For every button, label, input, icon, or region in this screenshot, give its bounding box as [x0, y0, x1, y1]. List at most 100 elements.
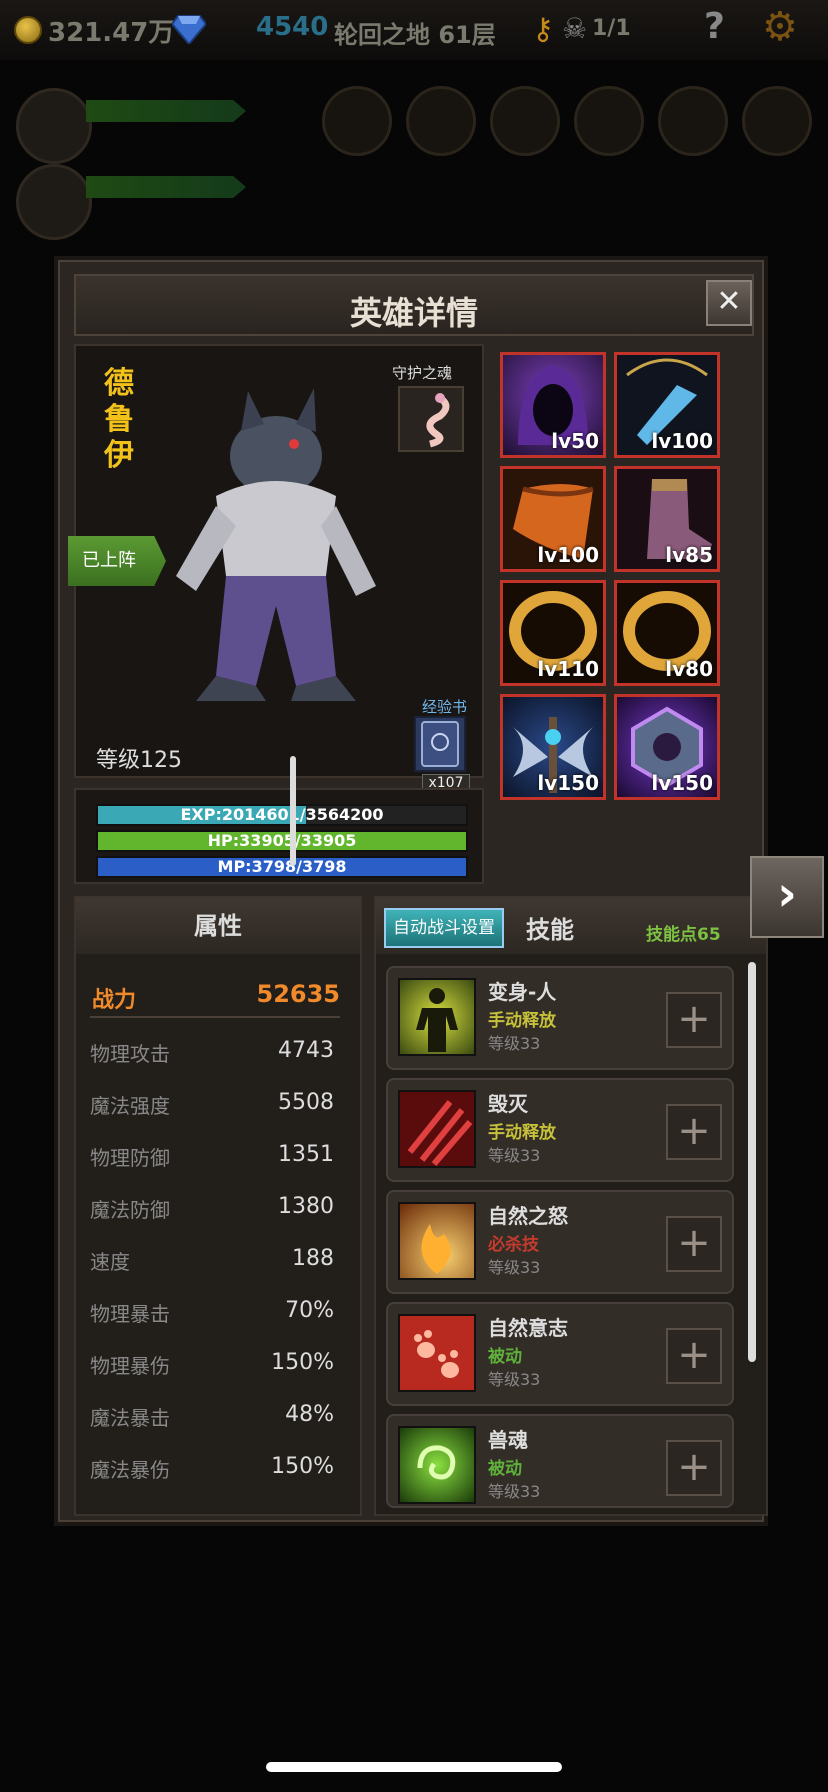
attribute-row: 物理暴伤 150% — [90, 1350, 334, 1386]
attribute-row: 物理暴击 70% — [90, 1298, 334, 1334]
guardian-soul-slot[interactable] — [398, 386, 464, 452]
skill-name: 毁灭 — [488, 1092, 528, 1116]
skill-name: 变身-人 — [488, 980, 557, 1004]
equipment-slot-hood[interactable]: lv50 — [500, 352, 606, 458]
equipment-slot-bg — [574, 86, 644, 156]
attribute-name: 物理暴击 — [90, 1302, 170, 1326]
skull-icon: ☠ — [562, 12, 588, 45]
mp-bar-label: MP:3798/3798 — [217, 857, 347, 876]
equipment-level: lv85 — [665, 543, 713, 567]
diamond-icon — [172, 15, 206, 44]
equipment-slot-ring[interactable]: lv110 — [500, 580, 606, 686]
attribute-name: 物理防御 — [90, 1146, 170, 1170]
guardian-soul-label: 守护之魂 — [392, 364, 453, 382]
help-button[interactable]: ? — [704, 6, 725, 47]
close-button[interactable]: ✕ — [706, 280, 752, 326]
exp-book-label: 经验书 — [422, 698, 468, 716]
attribute-row: 魔法暴伤 150% — [90, 1454, 334, 1490]
attribute-name: 魔法防御 — [90, 1198, 170, 1222]
equipment-slot-cape[interactable]: lv100 — [500, 466, 606, 572]
upgrade-skill-button[interactable]: + — [666, 1328, 722, 1384]
auto-battle-settings-button[interactable]: 自动战斗设置 — [384, 908, 504, 948]
skill-type: 必杀技 — [488, 1235, 539, 1255]
attribute-value: 5508 — [278, 1090, 334, 1115]
skill-item[interactable]: 变身-人 手动释放 等级33 + — [386, 966, 734, 1070]
home-indicator[interactable] — [266, 1762, 562, 1772]
skill-level: 等级33 — [488, 1482, 541, 1501]
hero-stat-bars: EXP:2014601/3564200 HP:33905/33905 MP:37… — [74, 788, 484, 884]
upgrade-skill-button[interactable]: + — [666, 1216, 722, 1272]
attribute-value: 70% — [285, 1298, 334, 1323]
attribute-value: 48% — [285, 1402, 334, 1427]
hero-name-char: 伊 — [104, 438, 134, 473]
key-icon: ⚷ — [532, 12, 554, 47]
skills-scrollbar[interactable] — [748, 962, 756, 1362]
attribute-row: 物理攻击 4743 — [90, 1038, 334, 1074]
team-hero-avatar[interactable] — [16, 164, 92, 240]
exp-book-icon[interactable] — [414, 716, 466, 772]
spirit-swirl-icon — [398, 1426, 476, 1504]
equipment-level: lv110 — [537, 657, 599, 681]
skill-type: 被动 — [488, 1459, 522, 1479]
claw-slash-icon — [398, 1090, 476, 1168]
equipment-slot-boots[interactable]: lv85 — [614, 466, 720, 572]
hero-portrait-area: 德 鲁 伊 守护之魂 已上阵 经验书 x107 等级125 — [68, 344, 484, 796]
upgrade-skill-button[interactable]: + — [666, 1440, 722, 1496]
attribute-row: 魔法强度 5508 — [90, 1090, 334, 1126]
skill-level: 等级33 — [488, 1034, 541, 1053]
gold-amount: 321.47万 — [48, 18, 175, 48]
attribute-name: 速度 — [90, 1250, 130, 1274]
skill-name: 自然之怒 — [488, 1204, 568, 1228]
team-hero-hp-bar — [86, 176, 246, 198]
upgrade-skill-button[interactable]: + — [666, 1104, 722, 1160]
gear-icon[interactable]: ⚙ — [762, 4, 798, 50]
skills-title: 技能 — [526, 916, 574, 944]
equipment-level: lv100 — [537, 543, 599, 567]
hp-bar-label: HP:33905/33905 — [207, 831, 357, 850]
equipment-level: lv100 — [651, 429, 713, 453]
equipment-slot-ring[interactable]: lv80 — [614, 580, 720, 686]
equipment-slot-amulet[interactable]: lv150 — [614, 694, 720, 800]
equipment-grid: lv50 lv100 lv100 lv85 lv110 lv80 lv150 l… — [490, 344, 768, 884]
skill-name: 自然意志 — [488, 1316, 568, 1340]
skill-item[interactable]: 自然之怒 必杀技 等级33 + — [386, 1190, 734, 1294]
attribute-value: 1351 — [278, 1142, 334, 1167]
skill-type: 手动释放 — [488, 1123, 556, 1143]
equipment-slot-bg — [490, 86, 560, 156]
attribute-row: 速度 188 — [90, 1246, 334, 1282]
key-count: 1/1 — [592, 16, 631, 41]
attribute-value: 188 — [292, 1246, 334, 1271]
hp-bar: HP:33905/33905 — [96, 830, 468, 852]
diamond-amount: 4540 — [256, 12, 329, 42]
skill-type: 手动释放 — [488, 1011, 556, 1031]
skill-item[interactable]: 自然意志 被动 等级33 + — [386, 1302, 734, 1406]
attributes-panel: 属性 战力 52635 物理攻击 4743 魔法强度 5508 物理防御 1351 魔… — [74, 896, 362, 1516]
combat-power-value: 52635 — [256, 980, 341, 1008]
skill-level: 等级33 — [488, 1146, 541, 1165]
attribute-value: 4743 — [278, 1038, 334, 1063]
equipment-level: lv50 — [551, 429, 599, 453]
serpent-icon — [426, 393, 450, 448]
equipment-level: lv80 — [665, 657, 713, 681]
mp-bar: MP:3798/3798 — [96, 856, 468, 878]
hero-level: 等级125 — [96, 748, 182, 773]
gold-coin-icon — [14, 16, 42, 44]
team-hero-hp-bar — [86, 100, 246, 122]
skills-panel: 自动战斗设置 技能 技能点65 变身-人 手动释放 等级33 + 毁灭 手动释放… — [374, 896, 768, 1516]
skill-item[interactable]: 毁灭 手动释放 等级33 + — [386, 1078, 734, 1182]
stage-name: 轮回之地 61层 — [334, 21, 496, 49]
equipment-slot-bg — [658, 86, 728, 156]
exp-bar-label: EXP:2014601/3564200 — [180, 805, 384, 824]
next-hero-button[interactable]: › — [750, 856, 824, 938]
attributes-title: 属性 — [76, 898, 360, 954]
attribute-value: 1380 — [278, 1194, 334, 1219]
skills-header: 自动战斗设置 技能 技能点65 — [376, 898, 766, 954]
skill-item[interactable]: 兽魂 被动 等级33 + — [386, 1414, 734, 1508]
team-hero-avatar[interactable] — [16, 88, 92, 164]
equipment-level: lv150 — [537, 771, 599, 795]
equipment-slot-axe[interactable]: lv150 — [500, 694, 606, 800]
equipment-slot-pendant[interactable]: lv100 — [614, 352, 720, 458]
upgrade-skill-button[interactable]: + — [666, 992, 722, 1048]
attributes-scrollbar[interactable] — [290, 756, 296, 866]
attribute-name: 魔法暴伤 — [90, 1458, 170, 1482]
